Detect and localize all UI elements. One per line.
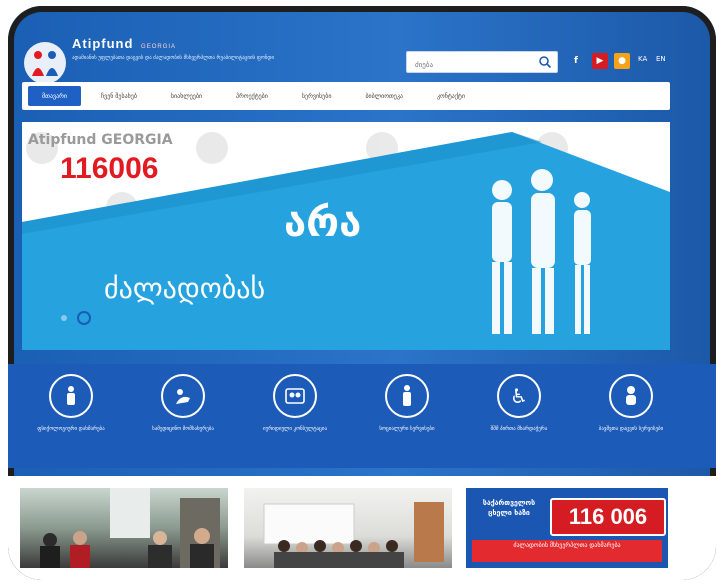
promo-text: საქართველოს ცხელი ხაზი	[482, 499, 536, 517]
nav-item-contact[interactable]: კონტაქტი	[423, 86, 479, 106]
service-label: სამედიცინო მომსახურება	[152, 426, 214, 432]
service-legal[interactable]: იურიდიული კონსულტაცია	[240, 374, 350, 433]
lang-en[interactable]: EN	[656, 55, 666, 63]
banner-hotline: 116006	[60, 152, 159, 185]
service-label: სოციალური სერვისები	[379, 426, 435, 432]
service-label: იურიდიული კონსულტაცია	[263, 426, 327, 432]
nav-item-services[interactable]: სერვისები	[288, 86, 346, 106]
lang-ka[interactable]: KA	[638, 55, 647, 63]
slider-dot-icon	[61, 315, 67, 321]
group-icon	[273, 374, 317, 418]
logo-icon[interactable]	[22, 40, 68, 86]
service-label: ფსიქოლოგიური დახმარება	[37, 426, 105, 432]
news-photo-1[interactable]	[20, 488, 228, 568]
banner-subtitle: ძალადობას	[104, 272, 266, 305]
news-photo-2[interactable]	[244, 488, 452, 568]
search-input[interactable]	[413, 55, 535, 76]
nav-item-projects[interactable]: პროექტები	[222, 86, 282, 106]
banner-title: არა	[284, 200, 362, 246]
site-screen: Atipfund GEORGIA ადამიანის უფლებათა დაცვ…	[8, 6, 716, 580]
brand-tagline: ადამიანის უფლებათა დაცვის და ძალადობის მ…	[72, 55, 275, 61]
hero-banner[interactable]: Atipfund GEORGIA 116006 არა ძალადობას	[22, 122, 670, 350]
services-strip: ფსიქოლოგიური დახმარება სამედიცინო მომსახ…	[8, 364, 716, 468]
service-disability[interactable]: ♿ შშმ პირთა მხარდაჭერა	[464, 374, 574, 433]
wheelchair-icon: ♿	[497, 374, 541, 418]
service-label: ბავშვთა დაცვის სერვისები	[598, 426, 664, 432]
search-box	[406, 51, 558, 76]
hotline-promo[interactable]: საქართველოს ცხელი ხაზი 116 006 ძალადობის…	[466, 488, 668, 568]
brand-name[interactable]: Atipfund GEORGIA	[72, 36, 176, 51]
search-icon[interactable]	[538, 55, 552, 69]
service-child-protection[interactable]: ბავშვთა დაცვის სერვისები	[576, 374, 686, 433]
brand-title: Atipfund	[72, 36, 134, 51]
nav-item-news[interactable]: სიახლეები	[157, 86, 216, 106]
service-label: შშმ პირთა მხარდაჭერა	[490, 426, 548, 432]
standing-person-icon	[385, 374, 429, 418]
promo-number: 116 006	[550, 498, 666, 536]
chat-icon[interactable]: ●	[614, 53, 630, 69]
youtube-icon[interactable]: ▶	[592, 53, 608, 69]
care-icon	[161, 374, 205, 418]
brand-subtitle: GEORGIA	[141, 44, 177, 50]
person-icon	[49, 374, 93, 418]
nav-item-library[interactable]: ბიბლიოთეკა	[351, 86, 417, 106]
main-nav: მთავარი ჩვენ შესახებ სიახლეები პროექტები…	[22, 82, 670, 110]
nav-item-home[interactable]: მთავარი	[28, 86, 81, 106]
promo-strip: ძალადობის მსხვერპლთა დახმარება	[472, 540, 662, 562]
service-social[interactable]: სოციალური სერვისები	[352, 374, 462, 433]
nav-item-about[interactable]: ჩვენ შესახებ	[87, 86, 151, 106]
content-row: საქართველოს ცხელი ხაზი 116 006 ძალადობის…	[8, 476, 716, 580]
site-header: Atipfund GEORGIA ადამიანის უფლებათა დაცვ…	[8, 26, 716, 86]
facebook-icon[interactable]: f	[568, 53, 584, 69]
banner-watermark: Atipfund GEORGIA	[28, 132, 173, 148]
service-psychological[interactable]: ფსიქოლოგიური დახმარება	[16, 374, 126, 433]
service-medical[interactable]: სამედიცინო მომსახურება	[128, 374, 238, 433]
child-icon	[609, 374, 653, 418]
page-frame: Atipfund GEORGIA ადამიანის უფლებათა დაცვ…	[0, 0, 725, 586]
